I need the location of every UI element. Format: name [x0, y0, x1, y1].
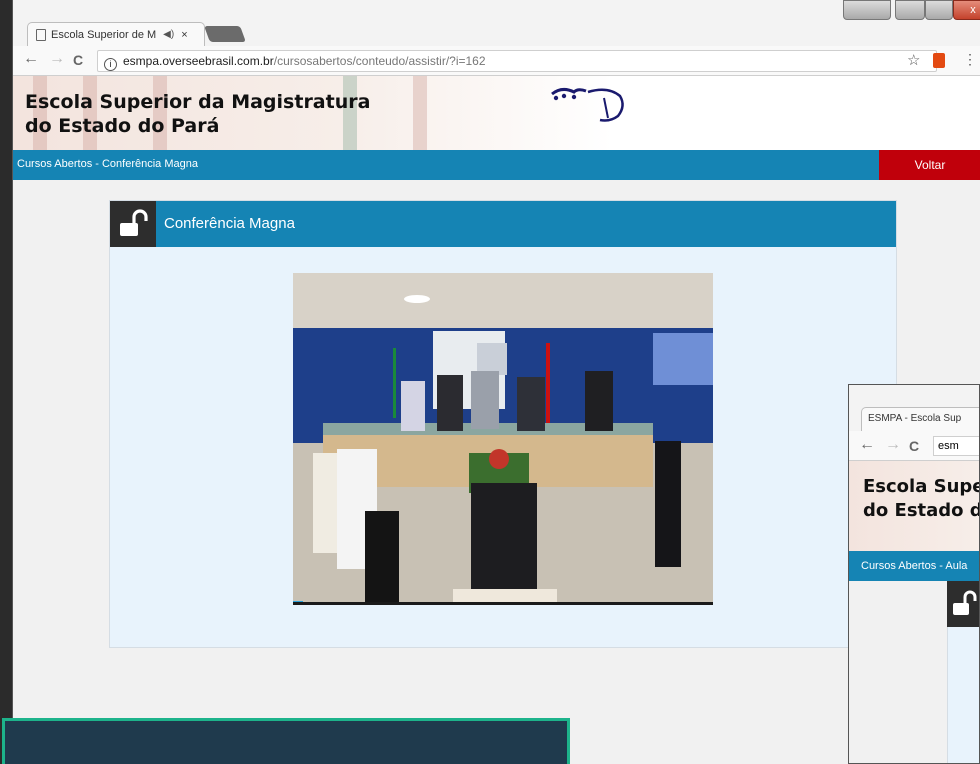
second-browser-window[interactable]: ESMPA - Escola Sup ← → C esm Escola Supe…: [848, 384, 980, 764]
breadcrumb: Cursos Abertos - Conferência Magna: [17, 158, 198, 170]
second-forward-icon[interactable]: →: [885, 436, 901, 454]
maximize-button[interactable]: [925, 0, 953, 20]
info-icon[interactable]: i: [104, 58, 117, 71]
tab-title: Escola Superior de M: [51, 28, 157, 41]
second-breadcrumb: Cursos Abertos - Aula: [849, 551, 979, 581]
panel-header: Conferência Magna: [110, 201, 896, 247]
second-title-bar: ESMPA - Escola Sup: [849, 385, 979, 431]
site-title-line1: Escola Superior da Magistratura: [25, 91, 371, 113]
second-toolbar: ← → C esm: [849, 431, 979, 461]
title-bar: Escola Superior de M ◀) × x: [13, 0, 980, 46]
unlock-icon: [110, 201, 156, 247]
overlay-panel: [2, 718, 570, 764]
browser-tab[interactable]: Escola Superior de M ◀) ×: [27, 22, 205, 46]
second-site-header: Escola Supe do Estado d: [849, 461, 980, 551]
second-site-title: Escola Supe do Estado d: [863, 475, 980, 523]
second-browser-tab[interactable]: ESMPA - Escola Sup: [861, 407, 979, 431]
audio-icon[interactable]: ◀): [163, 29, 174, 40]
page-icon: [36, 28, 46, 41]
second-unlock-icon: [947, 581, 979, 627]
second-back-icon[interactable]: ←: [859, 436, 875, 454]
site-title: Escola Superior da Magistratura do Estad…: [25, 90, 370, 138]
close-window-button[interactable]: x: [953, 0, 980, 20]
url-path: /cursosabertos/conteudo/assistir/?i=162: [273, 54, 486, 68]
bookmark-star-icon[interactable]: ☆: [907, 51, 920, 69]
menu-icon[interactable]: ⋮: [963, 51, 977, 68]
voltar-button[interactable]: Voltar: [879, 150, 980, 180]
browser-window: Escola Superior de M ◀) × x ← → C i esmpa…: [12, 0, 980, 764]
minimize-icon[interactable]: [895, 0, 925, 20]
video-panel: Conferência Magna: [109, 200, 897, 648]
second-address-bar[interactable]: esm: [933, 436, 979, 456]
second-reload-icon[interactable]: C: [909, 438, 919, 454]
second-title-line1: Escola Supe: [863, 476, 980, 497]
justice-logo-icon: [551, 87, 624, 122]
url-domain: esmpa.overseebrasil.com.br: [123, 54, 274, 68]
panel-title: Conferência Magna: [164, 215, 295, 232]
reload-icon[interactable]: C: [73, 52, 83, 68]
second-title-line2: do Estado d: [863, 500, 980, 521]
site-navbar: Cursos Abertos - Conferência Magna Volta…: [13, 150, 980, 180]
second-url: esm: [938, 440, 959, 452]
forward-icon[interactable]: →: [49, 50, 65, 68]
office-extension-icon[interactable]: [933, 53, 945, 68]
tab-close-icon[interactable]: ×: [181, 29, 187, 41]
site-header: Escola Superior da Magistratura do Estad…: [13, 76, 980, 150]
address-bar[interactable]: i esmpa.overseebrasil.com.br/cursosaberto…: [97, 50, 937, 72]
video-frame: [293, 273, 713, 602]
video-player[interactable]: [293, 273, 713, 605]
site-title-line2: do Estado do Pará: [25, 115, 220, 137]
desktop: Escola Superior de M ◀) × x ← → C i esmpa…: [0, 0, 980, 764]
minimize-button[interactable]: [843, 0, 891, 20]
main-content: Conferência Magna: [13, 180, 980, 764]
browser-toolbar: ← → C i esmpa.overseebrasil.com.br/cursos…: [13, 46, 980, 76]
new-tab-button[interactable]: [204, 26, 246, 42]
back-icon[interactable]: ←: [23, 50, 39, 68]
